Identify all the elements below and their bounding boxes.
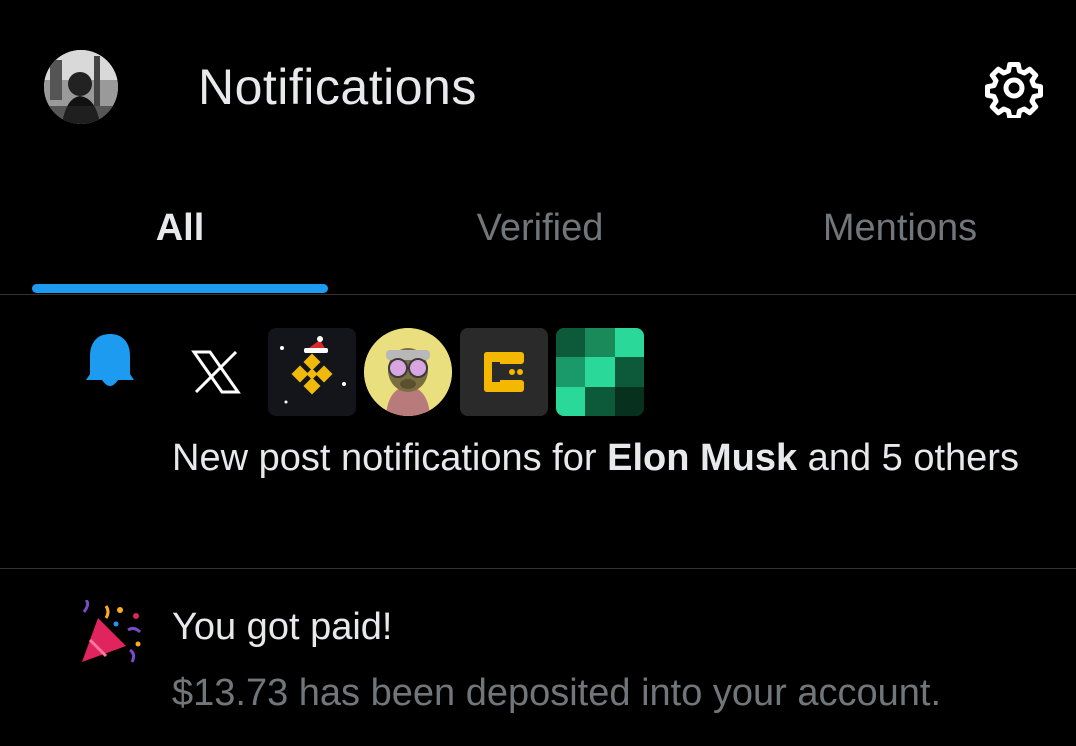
tab-bar: All Verified Mentions (0, 180, 1076, 294)
user-avatar[interactable] (44, 50, 118, 124)
pattern-logo-icon[interactable] (460, 328, 548, 416)
notification-text: New post notifications for Elon Musk and… (172, 430, 1032, 486)
notification-title: You got paid! (172, 606, 393, 648)
x-logo-icon[interactable] (172, 328, 260, 416)
notification-subtitle: $13.73 has been deposited into your acco… (172, 672, 942, 714)
header: Notifications (0, 0, 1076, 180)
binance-logo-icon[interactable] (268, 328, 356, 416)
divider (0, 568, 1076, 569)
page-title: Notifications (198, 59, 477, 115)
tab-mentions-label: Mentions (822, 207, 978, 249)
tab-all-label: All (155, 207, 205, 249)
tab-verified-label: Verified (476, 207, 604, 249)
active-tab-indicator (32, 284, 328, 293)
tab-mentions[interactable]: Mentions (752, 180, 1048, 294)
party-popper-icon (76, 598, 146, 670)
ape-avatar-icon[interactable] (364, 328, 452, 416)
gear-icon[interactable] (984, 58, 1044, 120)
tab-all[interactable]: All (32, 180, 328, 294)
divider (0, 294, 1076, 295)
notification-text-prefix: New post notifications for (172, 437, 608, 479)
notification-text-suffix: and 5 others (797, 437, 1019, 479)
grid-logo-icon[interactable] (556, 328, 644, 416)
bell-icon (82, 330, 138, 390)
tab-verified[interactable]: Verified (392, 180, 688, 294)
notification-user-name[interactable]: Elon Musk (607, 437, 797, 479)
